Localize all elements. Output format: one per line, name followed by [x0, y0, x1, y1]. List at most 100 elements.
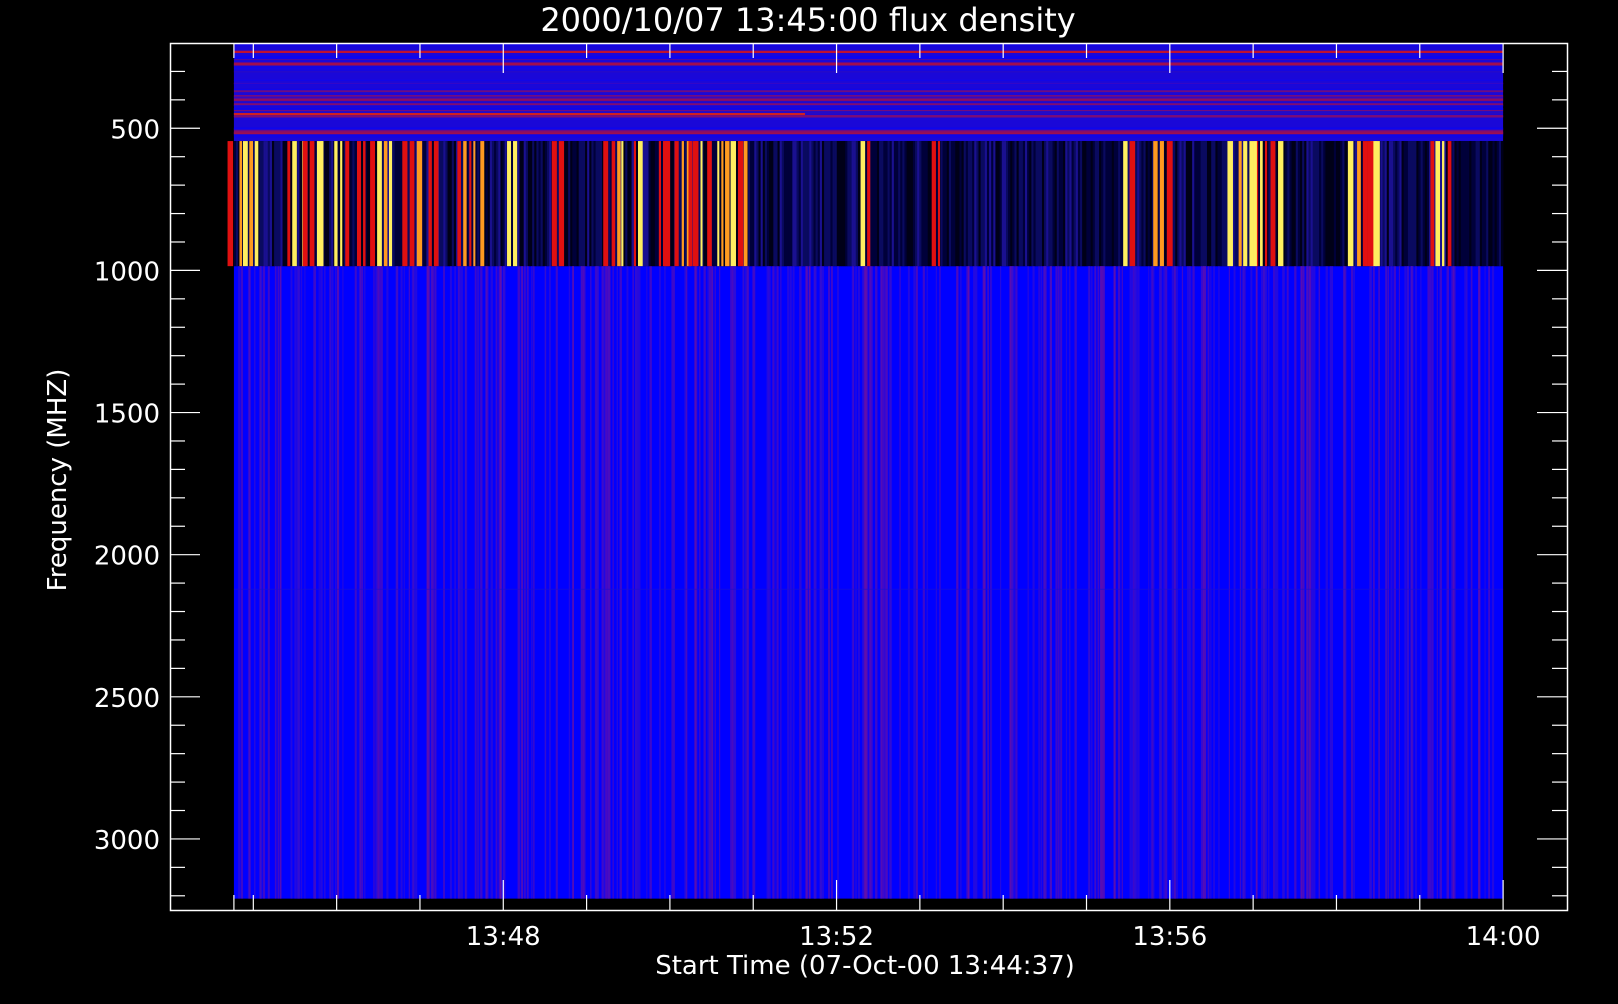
mid-band-column [1306, 141, 1309, 267]
high-band-streak [267, 266, 270, 899]
mid-band-column [1194, 141, 1197, 267]
mid-band-column [1321, 141, 1324, 267]
burst-event [469, 141, 472, 267]
mid-band-column [786, 141, 789, 267]
high-band-streak [1233, 266, 1236, 899]
burst-event [617, 141, 621, 267]
mid-band-column [1490, 141, 1493, 267]
burst-event [730, 141, 736, 267]
mid-band-column [593, 141, 596, 267]
mid-band-column [329, 141, 332, 267]
mid-band-column [1054, 141, 1058, 267]
mid-band-column [925, 141, 929, 267]
high-band-streak [259, 266, 262, 899]
low-band-streak [233, 113, 806, 115]
high-band-streak [1032, 266, 1035, 899]
mid-band-column [1088, 141, 1091, 267]
mid-band-column [648, 141, 651, 267]
burst-event [707, 141, 712, 267]
mid-band-column [838, 141, 842, 267]
high-band-streak [434, 266, 437, 899]
mid-band-column [919, 141, 922, 267]
burst-event [611, 141, 616, 267]
mid-band-column [1175, 141, 1178, 267]
mid-band-column [874, 141, 878, 267]
high-band-streak [454, 266, 456, 899]
mid-band-column [950, 141, 954, 267]
high-band-streak [253, 266, 256, 899]
high-band-streak [320, 266, 323, 899]
high-band-streak [1318, 266, 1321, 899]
burst-event [239, 141, 243, 267]
mid-band-column [809, 141, 812, 267]
high-band-streak [1491, 266, 1495, 899]
mid-band-column [1395, 141, 1398, 267]
mid-band-column [449, 141, 453, 267]
burst-event [1159, 141, 1164, 267]
high-band-streak [776, 266, 779, 899]
mid-band-column [1086, 141, 1089, 267]
burst-event [1357, 141, 1361, 267]
burst-event [356, 141, 362, 267]
mid-band-column [1283, 141, 1286, 267]
high-band-streak [480, 266, 483, 899]
mid-band-column [426, 141, 429, 267]
high-band-streak [1464, 266, 1467, 899]
high-band-streak [789, 266, 792, 899]
mid-band-column [1325, 141, 1328, 267]
high-band-streak [1453, 266, 1456, 899]
mid-band-column [441, 141, 444, 267]
burst-event [463, 141, 467, 267]
mid-band-column [1173, 141, 1176, 267]
mid-band-column [927, 141, 931, 267]
high-band-streak [799, 266, 801, 899]
mid-band-column [1407, 141, 1411, 267]
mid-band-column [568, 141, 571, 267]
high-band-streak [521, 266, 524, 899]
mid-band-column [876, 141, 880, 267]
high-band-streak [1065, 266, 1068, 899]
mid-band-column [536, 141, 539, 267]
mid-band-column [1101, 141, 1104, 267]
mid-band-column [608, 141, 611, 267]
high-band-streak [857, 266, 860, 899]
mid-band-column [496, 141, 499, 267]
mid-band-column [1014, 141, 1017, 267]
mid-band-column [1183, 141, 1187, 267]
mid-band-column [900, 141, 903, 267]
high-band-streak [1088, 266, 1091, 899]
mid-band-column [1390, 141, 1394, 267]
high-band-streak [490, 266, 493, 899]
mid-band-column [752, 141, 755, 267]
mid-band-column [796, 141, 799, 267]
high-band-streak [1049, 266, 1052, 899]
mid-band-column [1196, 141, 1199, 267]
high-band-streak [1097, 266, 1100, 899]
high-band-streak [1129, 266, 1132, 899]
mid-band-column [999, 141, 1003, 267]
mid-band-column [1099, 141, 1102, 267]
mid-band-column [855, 141, 859, 267]
high-band-streak [1094, 266, 1096, 899]
mid-band-column [1139, 141, 1142, 267]
high-band-streak [1393, 266, 1396, 899]
mid-band-column [1005, 141, 1009, 267]
mid-band-column [857, 141, 861, 267]
mid-band-column [502, 141, 505, 267]
burst-event [402, 141, 408, 267]
mid-band-column [1401, 141, 1404, 267]
mid-band-column [1164, 141, 1168, 267]
mid-band-column [1426, 141, 1430, 267]
mid-band-column [530, 141, 533, 267]
high-band-streak [517, 266, 520, 899]
high-band-streak [864, 266, 867, 899]
mid-band-column [360, 141, 364, 267]
high-band-streak [851, 266, 853, 899]
high-band-streak [886, 266, 889, 899]
high-band-streak [314, 266, 317, 899]
mid-band-column [1039, 141, 1043, 267]
high-band-streak [238, 266, 241, 899]
high-band-streak [524, 266, 526, 899]
mid-band-column [1479, 141, 1483, 267]
burst-event [743, 141, 748, 267]
